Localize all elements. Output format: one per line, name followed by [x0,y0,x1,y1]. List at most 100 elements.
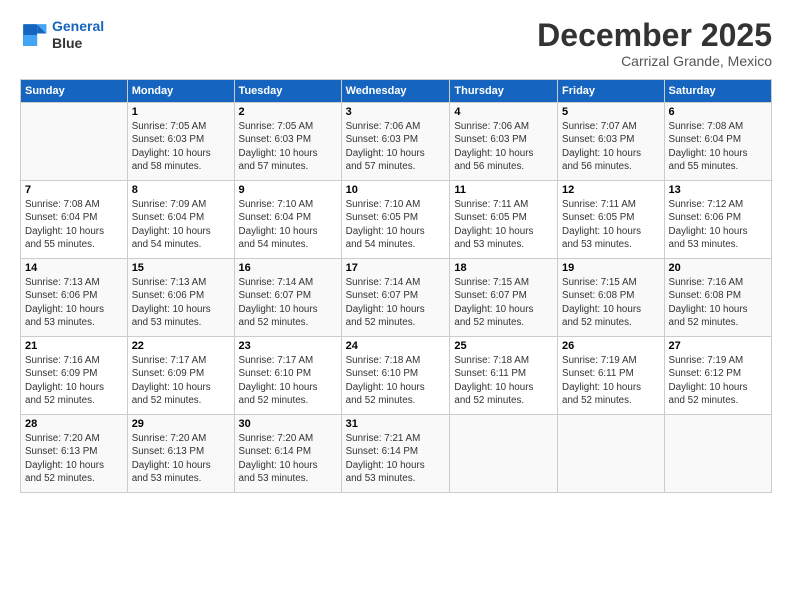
day-cell: 19 Sunrise: 7:15 AM Sunset: 6:08 PM Dayli… [558,259,665,337]
day-info: Sunrise: 7:05 AM Sunset: 6:03 PM Dayligh… [132,120,230,173]
day-number: 4 [454,106,553,118]
day-cell: 30 Sunrise: 7:20 AM Sunset: 6:14 PM Dayli… [234,415,341,493]
day-info: Sunrise: 7:08 AM Sunset: 6:04 PM Dayligh… [25,198,123,251]
col-header-monday: Monday [127,80,234,103]
week-row-3: 14 Sunrise: 7:13 AM Sunset: 6:06 PM Dayli… [21,259,772,337]
day-cell: 29Sunrise: 7:20 AM Sunset: 6:13 PM Dayli… [127,415,234,493]
day-cell: 24 Sunrise: 7:18 AM Sunset: 6:10 PM Dayli… [341,337,450,415]
day-cell: 8Sunrise: 7:09 AM Sunset: 6:04 PM Daylig… [127,181,234,259]
day-number: 6 [669,106,767,118]
day-number: 2 [239,106,337,118]
day-number: 31 [346,418,446,430]
logo-text: General Blue [52,18,104,52]
day-info: Sunrise: 7:07 AM Sunset: 6:03 PM Dayligh… [562,120,660,173]
logo-icon [20,21,48,49]
logo-line1: General [52,18,104,34]
col-header-wednesday: Wednesday [341,80,450,103]
day-cell: 25Sunrise: 7:18 AM Sunset: 6:11 PM Dayli… [450,337,558,415]
day-info: Sunrise: 7:15 AM Sunset: 6:08 PM Dayligh… [562,276,660,329]
day-info: Sunrise: 7:14 AM Sunset: 6:07 PM Dayligh… [346,276,446,329]
day-number: 10 [346,184,446,196]
logo-line2: Blue [52,35,104,52]
day-info: Sunrise: 7:13 AM Sunset: 6:06 PM Dayligh… [132,276,230,329]
day-cell: 6Sunrise: 7:08 AM Sunset: 6:04 PM Daylig… [664,103,771,181]
day-info: Sunrise: 7:16 AM Sunset: 6:09 PM Dayligh… [25,354,123,407]
month-title: December 2025 [537,18,772,53]
day-number: 12 [562,184,660,196]
day-number: 20 [669,262,767,274]
day-cell: 4Sunrise: 7:06 AM Sunset: 6:03 PM Daylig… [450,103,558,181]
day-info: Sunrise: 7:11 AM Sunset: 6:05 PM Dayligh… [454,198,553,251]
day-info: Sunrise: 7:20 AM Sunset: 6:13 PM Dayligh… [25,432,123,485]
day-info: Sunrise: 7:14 AM Sunset: 6:07 PM Dayligh… [239,276,337,329]
week-row-2: 7 Sunrise: 7:08 AM Sunset: 6:04 PM Daylig… [21,181,772,259]
header: General Blue December 2025 Carrizal Gran… [20,18,772,69]
day-cell: 28Sunrise: 7:20 AM Sunset: 6:13 PM Dayli… [21,415,128,493]
day-info: Sunrise: 7:18 AM Sunset: 6:10 PM Dayligh… [346,354,446,407]
day-cell: 31Sunrise: 7:21 AM Sunset: 6:14 PM Dayli… [341,415,450,493]
day-number: 19 [562,262,660,274]
logo: General Blue [20,18,104,52]
day-cell [558,415,665,493]
page: General Blue December 2025 Carrizal Gran… [0,0,792,612]
day-cell: 18Sunrise: 7:15 AM Sunset: 6:07 PM Dayli… [450,259,558,337]
day-cell: 16 Sunrise: 7:14 AM Sunset: 6:07 PM Dayli… [234,259,341,337]
day-cell: 26 Sunrise: 7:19 AM Sunset: 6:11 PM Dayli… [558,337,665,415]
day-info: Sunrise: 7:15 AM Sunset: 6:07 PM Dayligh… [454,276,553,329]
day-cell: 23Sunrise: 7:17 AM Sunset: 6:10 PM Dayli… [234,337,341,415]
col-header-saturday: Saturday [664,80,771,103]
day-number: 13 [669,184,767,196]
week-row-5: 28Sunrise: 7:20 AM Sunset: 6:13 PM Dayli… [21,415,772,493]
day-cell: 10 Sunrise: 7:10 AM Sunset: 6:05 PM Dayli… [341,181,450,259]
day-number: 16 [239,262,337,274]
day-number: 27 [669,340,767,352]
day-info: Sunrise: 7:20 AM Sunset: 6:14 PM Dayligh… [239,432,337,485]
day-info: Sunrise: 7:18 AM Sunset: 6:11 PM Dayligh… [454,354,553,407]
day-number: 22 [132,340,230,352]
calendar-table: SundayMondayTuesdayWednesdayThursdayFrid… [20,79,772,493]
day-cell: 13 Sunrise: 7:12 AM Sunset: 6:06 PM Dayli… [664,181,771,259]
day-number: 29 [132,418,230,430]
title-block: December 2025 Carrizal Grande, Mexico [537,18,772,69]
header-row: SundayMondayTuesdayWednesdayThursdayFrid… [21,80,772,103]
day-number: 17 [346,262,446,274]
day-number: 24 [346,340,446,352]
day-info: Sunrise: 7:12 AM Sunset: 6:06 PM Dayligh… [669,198,767,251]
day-cell [21,103,128,181]
day-info: Sunrise: 7:16 AM Sunset: 6:08 PM Dayligh… [669,276,767,329]
day-info: Sunrise: 7:10 AM Sunset: 6:05 PM Dayligh… [346,198,446,251]
day-number: 1 [132,106,230,118]
week-row-1: 1 Sunrise: 7:05 AM Sunset: 6:03 PM Daylig… [21,103,772,181]
day-info: Sunrise: 7:05 AM Sunset: 6:03 PM Dayligh… [239,120,337,173]
day-number: 5 [562,106,660,118]
day-number: 8 [132,184,230,196]
day-cell [450,415,558,493]
day-cell: 11Sunrise: 7:11 AM Sunset: 6:05 PM Dayli… [450,181,558,259]
day-number: 23 [239,340,337,352]
day-cell: 14 Sunrise: 7:13 AM Sunset: 6:06 PM Dayli… [21,259,128,337]
day-info: Sunrise: 7:19 AM Sunset: 6:11 PM Dayligh… [562,354,660,407]
day-cell: 2 Sunrise: 7:05 AM Sunset: 6:03 PM Daylig… [234,103,341,181]
col-header-thursday: Thursday [450,80,558,103]
day-cell [664,415,771,493]
day-cell: 3 Sunrise: 7:06 AM Sunset: 6:03 PM Daylig… [341,103,450,181]
day-info: Sunrise: 7:10 AM Sunset: 6:04 PM Dayligh… [239,198,337,251]
day-number: 7 [25,184,123,196]
day-number: 21 [25,340,123,352]
day-cell: 5 Sunrise: 7:07 AM Sunset: 6:03 PM Daylig… [558,103,665,181]
day-cell: 12Sunrise: 7:11 AM Sunset: 6:05 PM Dayli… [558,181,665,259]
day-number: 30 [239,418,337,430]
day-number: 14 [25,262,123,274]
location-subtitle: Carrizal Grande, Mexico [537,53,772,69]
day-cell: 15Sunrise: 7:13 AM Sunset: 6:06 PM Dayli… [127,259,234,337]
day-info: Sunrise: 7:17 AM Sunset: 6:09 PM Dayligh… [132,354,230,407]
day-cell: 9Sunrise: 7:10 AM Sunset: 6:04 PM Daylig… [234,181,341,259]
day-number: 26 [562,340,660,352]
day-cell: 1 Sunrise: 7:05 AM Sunset: 6:03 PM Daylig… [127,103,234,181]
day-number: 3 [346,106,446,118]
day-info: Sunrise: 7:06 AM Sunset: 6:03 PM Dayligh… [346,120,446,173]
day-cell: 20 Sunrise: 7:16 AM Sunset: 6:08 PM Dayli… [664,259,771,337]
col-header-friday: Friday [558,80,665,103]
day-info: Sunrise: 7:13 AM Sunset: 6:06 PM Dayligh… [25,276,123,329]
day-cell: 17 Sunrise: 7:14 AM Sunset: 6:07 PM Dayli… [341,259,450,337]
